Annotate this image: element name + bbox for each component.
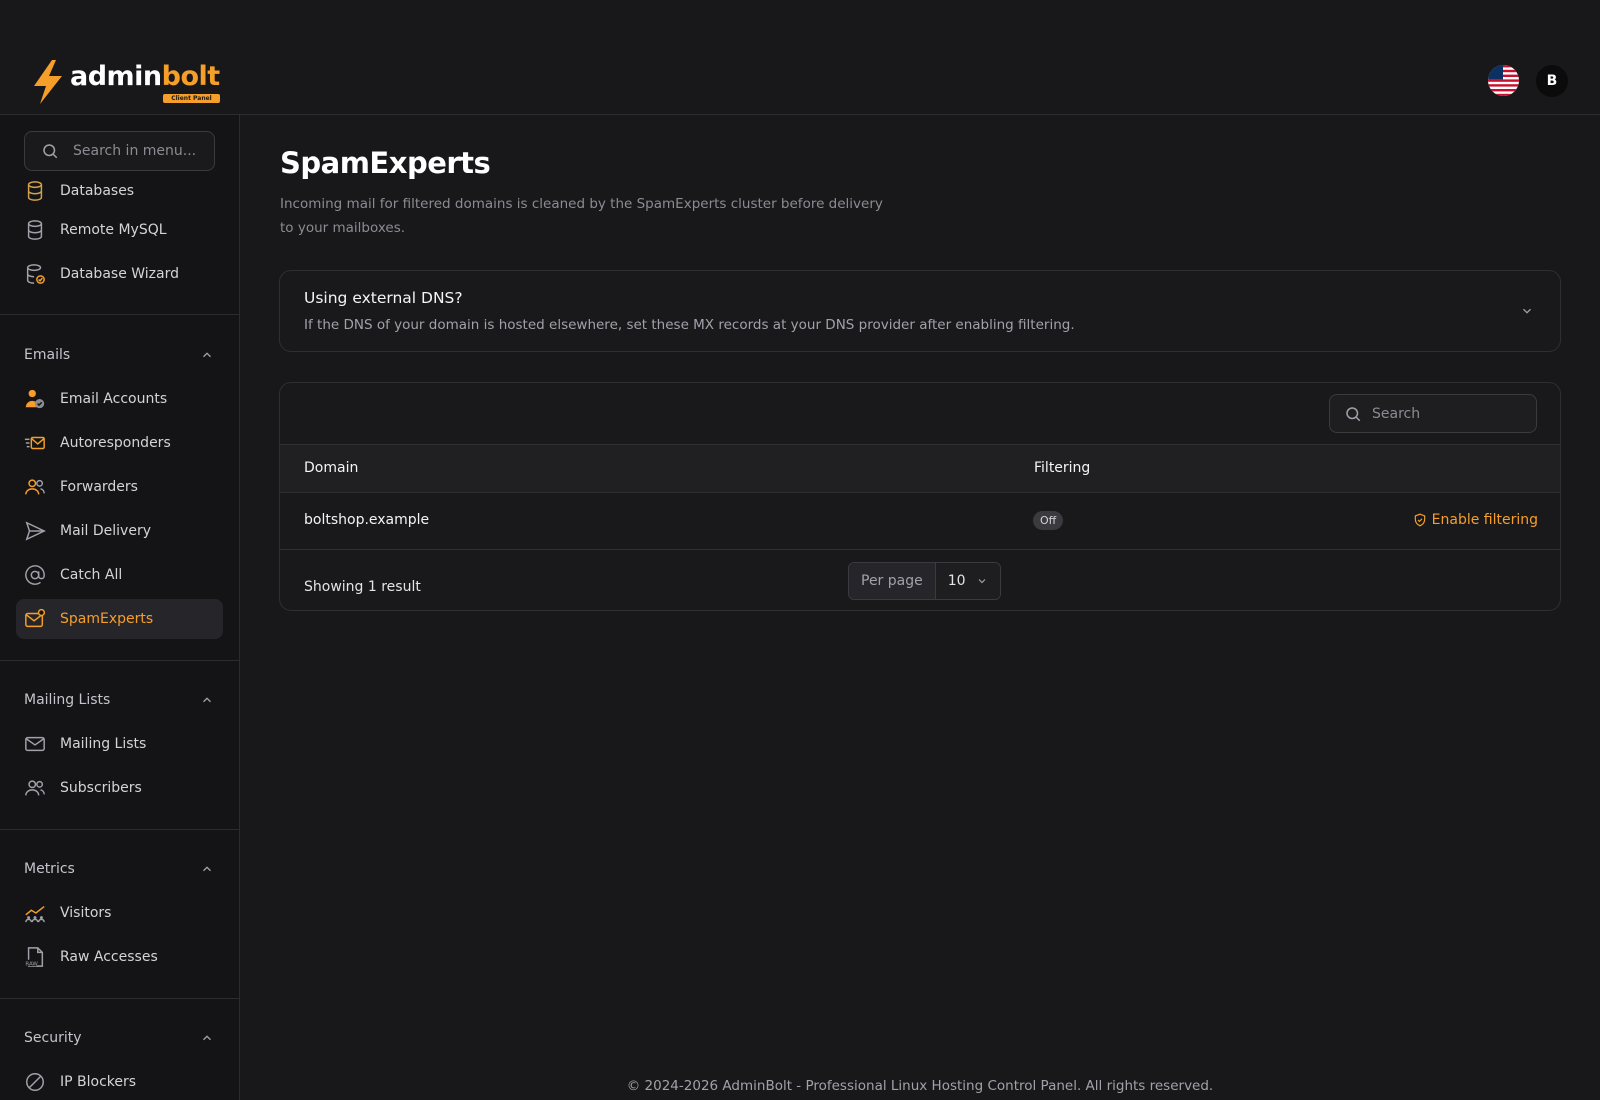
chevron-up-icon — [203, 697, 211, 703]
sidebar-item-label: Autoresponders — [60, 435, 171, 451]
svg-text:RAW: RAW — [25, 961, 38, 967]
per-page-select[interactable]: 10 — [935, 563, 1000, 599]
sidebar-item-label: Mail Delivery — [60, 523, 151, 539]
brand-name: adminbolt — [70, 60, 220, 92]
filtering-status-badge: Off — [1033, 511, 1064, 530]
sidebar-item-mailing-lists[interactable]: Mailing Lists — [16, 724, 223, 764]
sidebar-divider — [0, 314, 239, 315]
sidebar-item-ip-blockers[interactable]: IP Blockers — [16, 1062, 223, 1100]
users-icon — [24, 777, 46, 799]
sidebar-item-subscribers[interactable]: Subscribers — [16, 768, 223, 808]
mail-alert-icon — [24, 608, 46, 630]
search-icon — [43, 144, 58, 159]
sidebar-item-label: Databases — [60, 183, 135, 199]
sidebar-search-input[interactable] — [73, 143, 203, 159]
mail-icon — [24, 733, 46, 755]
sidebar-item-label: Subscribers — [60, 780, 142, 796]
section-title: Metrics — [24, 861, 75, 877]
sidebar-search[interactable] — [24, 131, 215, 171]
results-summary: Showing 1 result — [304, 579, 421, 595]
table-search[interactable] — [1329, 394, 1537, 433]
sidebar-item-label: Catch All — [60, 567, 123, 583]
sidebar-item-autoresponders[interactable]: Autoresponders — [16, 423, 223, 463]
chevron-down-icon[interactable] — [1520, 304, 1534, 318]
sidebar-item-catch-all[interactable]: Catch All — [16, 555, 223, 595]
chevron-up-icon — [203, 1035, 211, 1041]
accordion-title: Using external DNS? — [304, 289, 463, 307]
chevron-up-icon — [203, 866, 211, 872]
table-header: Domain Filtering — [280, 444, 1560, 493]
section-emails[interactable]: Emails — [24, 343, 214, 367]
section-security[interactable]: Security — [24, 1026, 214, 1050]
database-wizard-icon — [24, 263, 46, 285]
shield-check-icon — [1414, 513, 1425, 527]
external-dns-accordion[interactable]: Using external DNS? If the DNS of your d… — [279, 270, 1561, 352]
sidebar-item-label: IP Blockers — [60, 1074, 137, 1090]
sidebar: Databases Remote MySQL Database Wizard E… — [0, 115, 240, 1100]
sidebar-divider — [0, 998, 239, 999]
sidebar-item-remote-mysql[interactable]: Remote MySQL — [16, 210, 223, 250]
sidebar-item-label: Remote MySQL — [60, 222, 167, 238]
chevron-down-icon — [978, 579, 985, 584]
accordion-description: If the DNS of your domain is hosted else… — [304, 317, 1075, 333]
section-title: Security — [24, 1030, 82, 1046]
sidebar-item-label: Visitors — [60, 905, 112, 921]
column-header-filtering[interactable]: Filtering — [1034, 460, 1090, 476]
block-icon — [24, 1071, 46, 1093]
table-search-input[interactable] — [1372, 405, 1522, 422]
user-avatar[interactable]: B — [1536, 65, 1568, 97]
page-description: Incoming mail for filtered domains is cl… — [280, 196, 883, 236]
sidebar-item-email-accounts[interactable]: Email Accounts — [16, 379, 223, 419]
sidebar-item-raw-accesses[interactable]: RAW Raw Accesses — [16, 937, 223, 977]
bolt-icon — [34, 60, 62, 104]
table-row: boltshop.example Off Enable filtering — [280, 493, 1560, 550]
page-footer: © 2024-2026 AdminBolt - Professional Lin… — [626, 1078, 1214, 1094]
sidebar-item-databases[interactable]: Databases — [16, 171, 223, 211]
section-metrics[interactable]: Metrics — [24, 857, 214, 881]
sidebar-item-label: SpamExperts — [60, 611, 154, 627]
sidebar-item-visitors[interactable]: Visitors — [16, 893, 223, 933]
send-icon — [24, 520, 46, 542]
top-header: adminbolt Client Panel B — [0, 0, 1600, 115]
section-title: Mailing Lists — [24, 692, 111, 708]
sidebar-item-label: Email Accounts — [60, 391, 168, 407]
domains-table-card: Domain Filtering boltshop.example Off En… — [279, 382, 1561, 611]
sidebar-item-label: Mailing Lists — [60, 736, 147, 752]
search-icon — [1346, 406, 1361, 421]
section-title: Emails — [24, 347, 71, 363]
sidebar-item-label: Raw Accesses — [60, 949, 158, 965]
users-icon — [24, 476, 46, 498]
sidebar-item-label: Database Wizard — [60, 266, 179, 282]
database-icon — [24, 219, 46, 241]
fast-mail-icon — [24, 432, 46, 454]
database-icon — [24, 180, 46, 202]
sidebar-divider — [0, 829, 239, 830]
page-title: SpamExperts — [280, 146, 491, 180]
sidebar-item-label: Forwarders — [60, 479, 138, 495]
sidebar-divider — [0, 660, 239, 661]
sidebar-item-database-wizard[interactable]: Database Wizard — [16, 254, 223, 294]
per-page-control: Per page 10 — [848, 562, 1001, 600]
brand-badge: Client Panel — [163, 93, 220, 103]
enable-filtering-label: Enable filtering — [1431, 512, 1538, 528]
sidebar-item-mail-delivery[interactable]: Mail Delivery — [16, 511, 223, 551]
enable-filtering-button[interactable]: Enable filtering — [1413, 512, 1538, 528]
per-page-value: 10 — [947, 573, 966, 589]
user-check-icon — [24, 388, 46, 410]
section-mailing-lists[interactable]: Mailing Lists — [24, 688, 214, 712]
brand-logo[interactable]: adminbolt Client Panel — [30, 60, 220, 104]
column-header-domain[interactable]: Domain — [304, 460, 358, 476]
domain-cell: boltshop.example — [304, 512, 430, 528]
visitors-chart-icon — [24, 902, 46, 924]
raw-file-icon: RAW — [24, 946, 46, 968]
per-page-label: Per page — [849, 563, 936, 599]
sidebar-item-forwarders[interactable]: Forwarders — [16, 467, 223, 507]
sidebar-item-spamexperts[interactable]: SpamExperts — [16, 599, 223, 639]
at-icon — [24, 564, 46, 586]
us-flag-icon[interactable] — [1488, 65, 1519, 96]
chevron-up-icon — [203, 352, 211, 358]
